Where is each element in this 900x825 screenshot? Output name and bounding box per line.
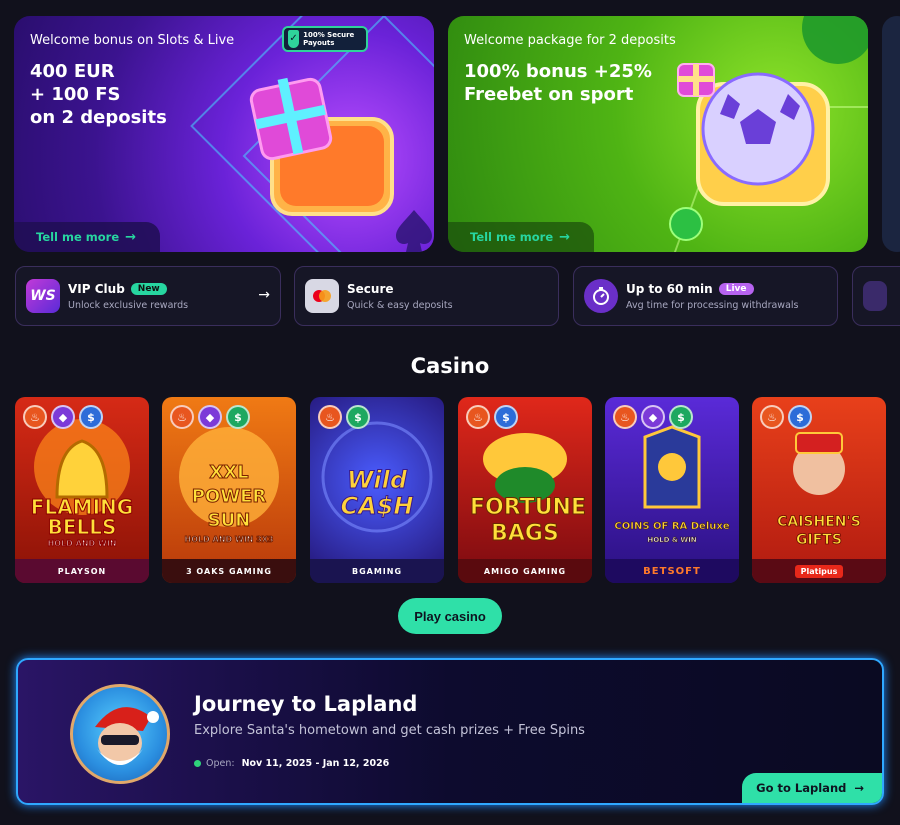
cycle-money-icon: $	[79, 405, 103, 429]
promo-title: 400 EUR + 100 FS on 2 deposits	[30, 61, 167, 128]
provider-label: 3 OAKS GAMING	[162, 559, 296, 583]
game-card-xxl-power-sun[interactable]: ♨ ◆ $ XXL POWER SUN HOLD AND WIN 3X3 3 O…	[162, 397, 296, 583]
feature-withdrawals[interactable]: Up to 60 min Live Avg time for processin…	[573, 266, 838, 326]
game-card-flaming-bells[interactable]: ♨ ◆ $ FLAMING BELLS HOLD AND WIN PLAYSON	[15, 397, 149, 583]
cycle-money-icon: $	[788, 405, 812, 429]
lapland-description: Explore Santa's hometown and get cash pr…	[194, 723, 585, 738]
game-logo: CAISHEN'S GIFTS	[777, 514, 862, 549]
casino-section-title: Casino	[410, 354, 490, 378]
fire-icon: ♨	[760, 405, 784, 429]
new-tag: New	[130, 282, 167, 295]
game-logo: FLAMING BELLS HOLD AND WIN	[30, 495, 134, 549]
shield-check-icon: ✓	[288, 30, 300, 48]
provider-label: Platipus	[752, 559, 886, 583]
provider-label: BGAMING	[310, 559, 444, 583]
spade-suit-icon	[396, 210, 432, 252]
promo-title: 100% bonus +25% Freebet on sport	[464, 61, 652, 105]
game-logo: FORTUNE BAGS	[470, 495, 587, 547]
santa-avatar	[70, 684, 170, 784]
dollar-icon: $	[226, 405, 250, 429]
play-casino-button[interactable]: Play casino	[398, 598, 502, 634]
tell-me-more-button[interactable]: Tell me more →	[448, 222, 595, 252]
diamond-icon: ◆	[641, 405, 665, 429]
promo-banner-next-peek[interactable]	[882, 16, 900, 252]
promo-banner-slots[interactable]: ✓ 100% Secure Payouts Welcome bonus on S…	[14, 16, 434, 252]
game-logo: XXL POWER SUN HOLD AND WIN 3X3	[184, 462, 274, 545]
shield-purple-icon	[863, 281, 887, 311]
stopwatch-icon	[584, 279, 618, 313]
lapland-title: Journey to Lapland	[194, 692, 418, 716]
feature-title: VIP Club	[68, 281, 125, 296]
promo-banner-sport[interactable]: Welcome package for 2 deposits 100% bonu…	[448, 16, 868, 252]
feature-secure[interactable]: Secure Quick & easy deposits	[294, 266, 559, 326]
feature-desc: Quick & easy deposits	[347, 299, 453, 311]
provider-label: AMIGO GAMING	[458, 559, 592, 583]
feature-title: Secure	[347, 281, 394, 296]
fire-icon: ♨	[466, 405, 490, 429]
fire-icon: ♨	[170, 405, 194, 429]
game-card-wild-cash[interactable]: ♨ $ Wild CA$H BGAMING	[310, 397, 444, 583]
gift-box-icon	[249, 77, 394, 216]
arrow-right-icon: →	[258, 287, 270, 303]
game-card-fortune-bags[interactable]: ♨ $ FORTUNE BAGS AMIGO GAMING	[458, 397, 592, 583]
promo-subtitle: Welcome package for 2 deposits	[464, 33, 676, 48]
game-logo: Wild CA$H	[340, 466, 414, 520]
game-card-coins-of-ra[interactable]: ♨ ◆ $ COINS OF RA Deluxe HOLD & WIN BETS…	[605, 397, 739, 583]
game-card-caishens-gifts[interactable]: ♨ $ CAISHEN'S GIFTS Platipus	[752, 397, 886, 583]
diamond-icon: ◆	[51, 405, 75, 429]
status-dot-icon	[194, 760, 201, 767]
mastercard-wallet-icon	[305, 279, 339, 313]
diamond-icon: ◆	[198, 405, 222, 429]
provider-label: PLAYSON	[15, 559, 149, 583]
tell-me-more-button[interactable]: Tell me more →	[14, 222, 161, 252]
arrow-right-icon: →	[125, 229, 137, 245]
live-tag: Live	[718, 282, 754, 295]
promo-subtitle: Welcome bonus on Slots & Live	[30, 33, 235, 48]
game-logo: COINS OF RA Deluxe HOLD & WIN	[614, 521, 730, 545]
vip-ws-icon: WS	[26, 279, 60, 313]
cycle-money-icon: $	[494, 405, 518, 429]
secure-payouts-badge: ✓ 100% Secure Payouts	[282, 26, 368, 52]
fire-icon: ♨	[23, 405, 47, 429]
green-sphere-icon	[802, 16, 868, 64]
fire-icon: ♨	[613, 405, 637, 429]
dollar-icon: $	[669, 405, 693, 429]
go-to-lapland-button[interactable]: Go to Lapland →	[742, 773, 882, 803]
feature-title: Up to 60 min	[626, 281, 713, 296]
fire-icon: ♨	[318, 405, 342, 429]
feature-vip-club[interactable]: WS VIP Club New Unlock exclusive rewards…	[15, 266, 281, 326]
green-ball-icon	[669, 207, 703, 241]
arrow-right-icon: →	[559, 229, 571, 245]
lapland-status: Open: Nov 11, 2025 - Jan 12, 2026	[194, 758, 389, 769]
arrow-right-icon: →	[854, 781, 864, 795]
feature-next-peek[interactable]	[852, 266, 900, 326]
dollar-icon: $	[346, 405, 370, 429]
feature-desc: Unlock exclusive rewards	[68, 299, 189, 311]
lapland-promo-card[interactable]: Journey to Lapland Explore Santa's homet…	[16, 658, 884, 805]
feature-desc: Avg time for processing withdrawals	[626, 299, 799, 311]
provider-label: BETSOFT	[605, 559, 739, 583]
